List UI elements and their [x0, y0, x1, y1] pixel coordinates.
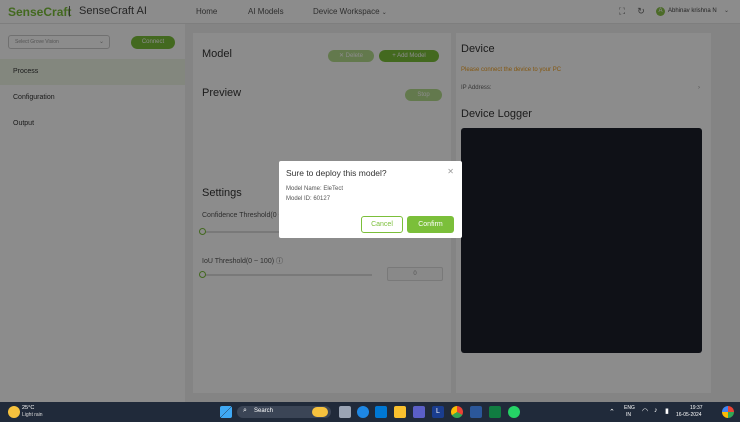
wifi-icon[interactable]: ◠ [642, 407, 648, 415]
edge-icon[interactable] [357, 406, 369, 418]
dialog-model-id: Model ID: 60127 [286, 196, 331, 202]
search-label: Search [254, 408, 274, 414]
volume-icon[interactable]: ♪ [654, 407, 658, 414]
weather-search-icon [312, 407, 328, 417]
task-view-icon[interactable] [339, 406, 351, 418]
weather-icon[interactable] [8, 406, 20, 418]
dialog-title: Sure to deploy this model? [286, 168, 387, 178]
clock-time[interactable]: 19:37 [690, 405, 703, 411]
battery-icon[interactable]: ▮ [665, 407, 669, 415]
chevron-up-icon[interactable]: ⌃ [609, 408, 615, 416]
language-bottom[interactable]: IN [626, 412, 631, 418]
windows-start-icon[interactable] [220, 406, 232, 418]
store-icon[interactable] [375, 406, 387, 418]
clock-date[interactable]: 16-05-2024 [676, 412, 702, 418]
confirm-button[interactable]: Confirm [407, 216, 454, 233]
cancel-button[interactable]: Cancel [361, 216, 403, 233]
dialog-model-name: Model Name: EleTect [286, 186, 344, 192]
excel-icon[interactable] [489, 406, 501, 418]
deploy-confirm-dialog: Sure to deploy this model? ✕ Model Name:… [279, 161, 462, 238]
close-icon[interactable]: ✕ [447, 167, 454, 176]
word-icon[interactable] [470, 406, 482, 418]
language-top[interactable]: ENG [624, 405, 635, 411]
weather-temperature[interactable]: 25°C [22, 405, 34, 411]
chrome-icon[interactable] [451, 406, 463, 418]
teams-icon[interactable] [413, 406, 425, 418]
whatsapp-icon[interactable] [508, 406, 520, 418]
windows-taskbar: 25°C Light rain ⌕ Search L ⌃ ENG IN ◠ ♪ … [0, 402, 740, 422]
weather-description[interactable]: Light rain [22, 412, 43, 418]
app-l-icon[interactable]: L [432, 406, 444, 418]
copilot-icon[interactable] [722, 406, 734, 418]
file-explorer-icon[interactable] [394, 406, 406, 418]
search-icon: ⌕ [243, 407, 247, 414]
